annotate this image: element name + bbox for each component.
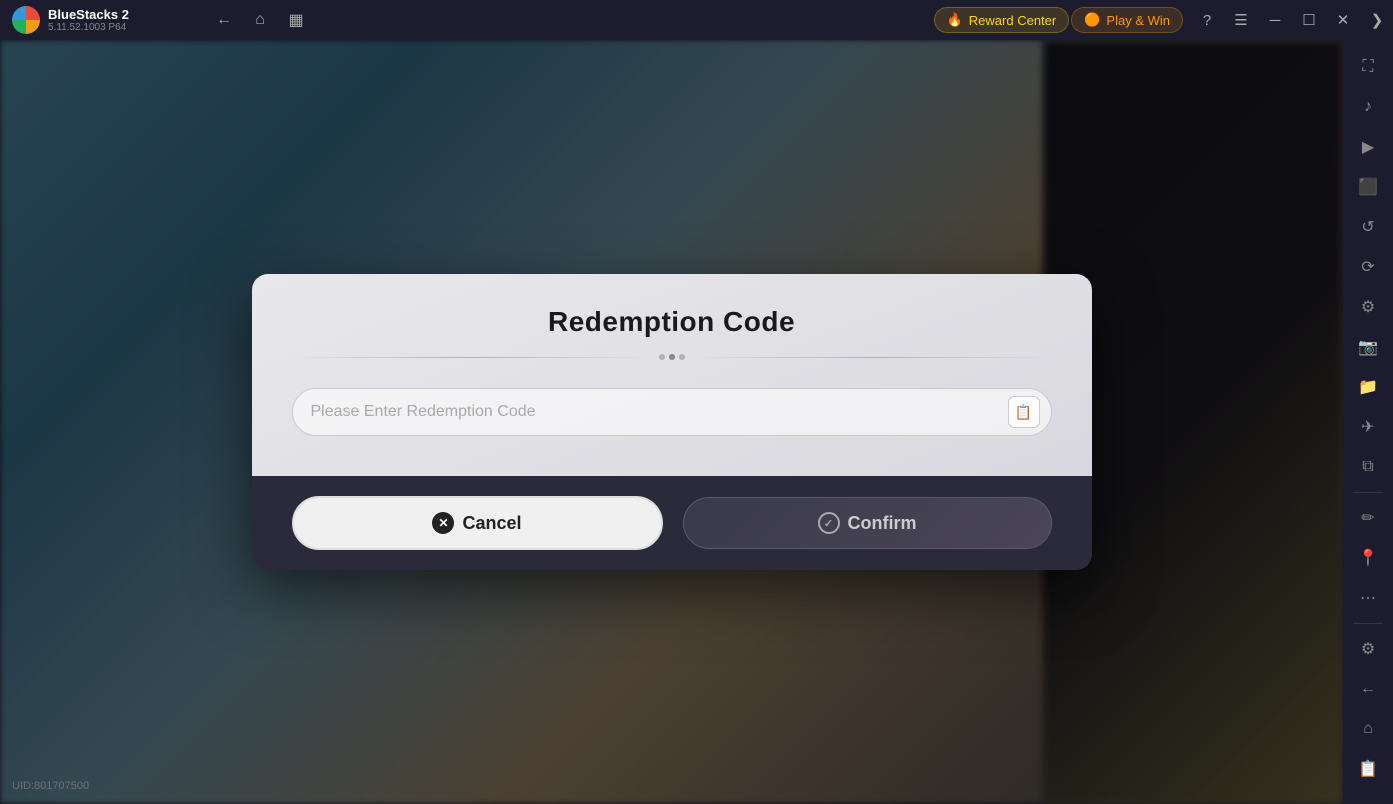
modal-footer: ✕ Cancel ✓ Confirm xyxy=(252,476,1092,570)
confirm-check-icon: ✓ xyxy=(818,512,840,534)
cancel-label: Cancel xyxy=(462,513,521,534)
clipboard-icon[interactable]: 📋 xyxy=(1350,751,1386,787)
divider-dot-1 xyxy=(659,354,665,360)
redemption-code-input[interactable] xyxy=(292,388,1052,436)
navigation-buttons: ← ⌂ ▦ xyxy=(200,4,320,36)
expand-icon[interactable]: ⛶ xyxy=(1350,49,1386,85)
clipboard-paste-icon: 📋 xyxy=(1015,404,1032,421)
settings-small-icon[interactable]: ⚙ xyxy=(1350,289,1386,325)
modal-overlay: Redemption Code 📋 ✕ Cancel xyxy=(0,40,1343,804)
divider-dot-2 xyxy=(669,354,675,360)
bluestacks-logo-icon xyxy=(12,6,40,34)
sync-icon[interactable]: ⟳ xyxy=(1350,249,1386,285)
modal-title: Redemption Code xyxy=(292,306,1052,338)
edit-icon[interactable]: ✏ xyxy=(1350,500,1386,536)
cancel-button[interactable]: ✕ Cancel xyxy=(292,496,663,550)
restore-icon[interactable]: ☐ xyxy=(1293,4,1325,36)
sidebar-divider-2 xyxy=(1353,623,1383,624)
input-wrapper: 📋 xyxy=(292,388,1052,436)
reward-center-button[interactable]: 🔥 Reward Center xyxy=(934,7,1070,33)
app-version: 5.11.52.1003 P64 xyxy=(48,22,129,33)
play-win-label: Play & Win xyxy=(1106,13,1170,28)
airplane-icon[interactable]: ✈ xyxy=(1350,409,1386,445)
location-icon[interactable]: 📍 xyxy=(1350,540,1386,576)
home-icon[interactable]: ⌂ xyxy=(1350,711,1386,747)
confirm-label: Confirm xyxy=(848,513,917,534)
divider-dots xyxy=(659,354,685,360)
right-sidebar: ⛶ ♪ ▶ ⬛ ↺ ⟳ ⚙ 📷 📁 ✈ ⧉ ✏ 📍 ⋯ ⚙ ← ⌂ 📋 xyxy=(1343,40,1393,804)
coin-icon: 🟠 xyxy=(1084,12,1100,28)
back-nav-icon[interactable]: ← xyxy=(208,4,240,36)
apps-nav-icon[interactable]: ▦ xyxy=(280,4,312,36)
sidebar-toggle-icon[interactable]: ❯ xyxy=(1361,4,1393,36)
window-controls: ? ☰ ─ ☐ ✕ ❯ xyxy=(1191,4,1393,36)
confirm-button[interactable]: ✓ Confirm xyxy=(683,497,1052,549)
fire-icon: 🔥 xyxy=(947,12,963,28)
topbar: BlueStacks 2 5.11.52.1003 P64 ← ⌂ ▦ 🔥 Re… xyxy=(0,0,1393,40)
screenshot-icon[interactable]: ⬛ xyxy=(1350,169,1386,205)
cancel-x-icon: ✕ xyxy=(432,512,454,534)
divider-line-left xyxy=(292,357,651,358)
divider-dot-3 xyxy=(679,354,685,360)
sidebar-divider xyxy=(1353,492,1383,493)
close-icon[interactable]: ✕ xyxy=(1327,4,1359,36)
divider-line-right xyxy=(693,357,1052,358)
modal-divider xyxy=(292,354,1052,360)
app-identity: BlueStacks 2 5.11.52.1003 P64 xyxy=(0,6,200,34)
help-icon[interactable]: ? xyxy=(1191,4,1223,36)
arrow-left-icon[interactable]: ← xyxy=(1350,671,1386,707)
more-icon[interactable]: ⋯ xyxy=(1350,580,1386,616)
gear-icon[interactable]: ⚙ xyxy=(1350,631,1386,667)
minimize-icon[interactable]: ─ xyxy=(1259,4,1291,36)
topbar-right-buttons: 🔥 Reward Center 🟠 Play & Win xyxy=(926,7,1191,33)
app-name: BlueStacks 2 xyxy=(48,7,129,22)
folder-icon[interactable]: 📁 xyxy=(1350,369,1386,405)
modal-body: Redemption Code 📋 xyxy=(252,274,1092,476)
reward-center-label: Reward Center xyxy=(969,13,1056,28)
multi-icon[interactable]: ⧉ xyxy=(1350,449,1386,485)
menu-icon[interactable]: ☰ xyxy=(1225,4,1257,36)
redemption-modal: Redemption Code 📋 ✕ Cancel xyxy=(252,274,1092,570)
play-win-button[interactable]: 🟠 Play & Win xyxy=(1071,7,1183,33)
record-icon[interactable]: ▶ xyxy=(1350,129,1386,165)
camera-icon[interactable]: 📷 xyxy=(1350,329,1386,365)
volume-icon[interactable]: ♪ xyxy=(1350,89,1386,125)
rotate-icon[interactable]: ↺ xyxy=(1350,209,1386,245)
paste-button[interactable]: 📋 xyxy=(1008,396,1040,428)
home-nav-icon[interactable]: ⌂ xyxy=(244,4,276,36)
